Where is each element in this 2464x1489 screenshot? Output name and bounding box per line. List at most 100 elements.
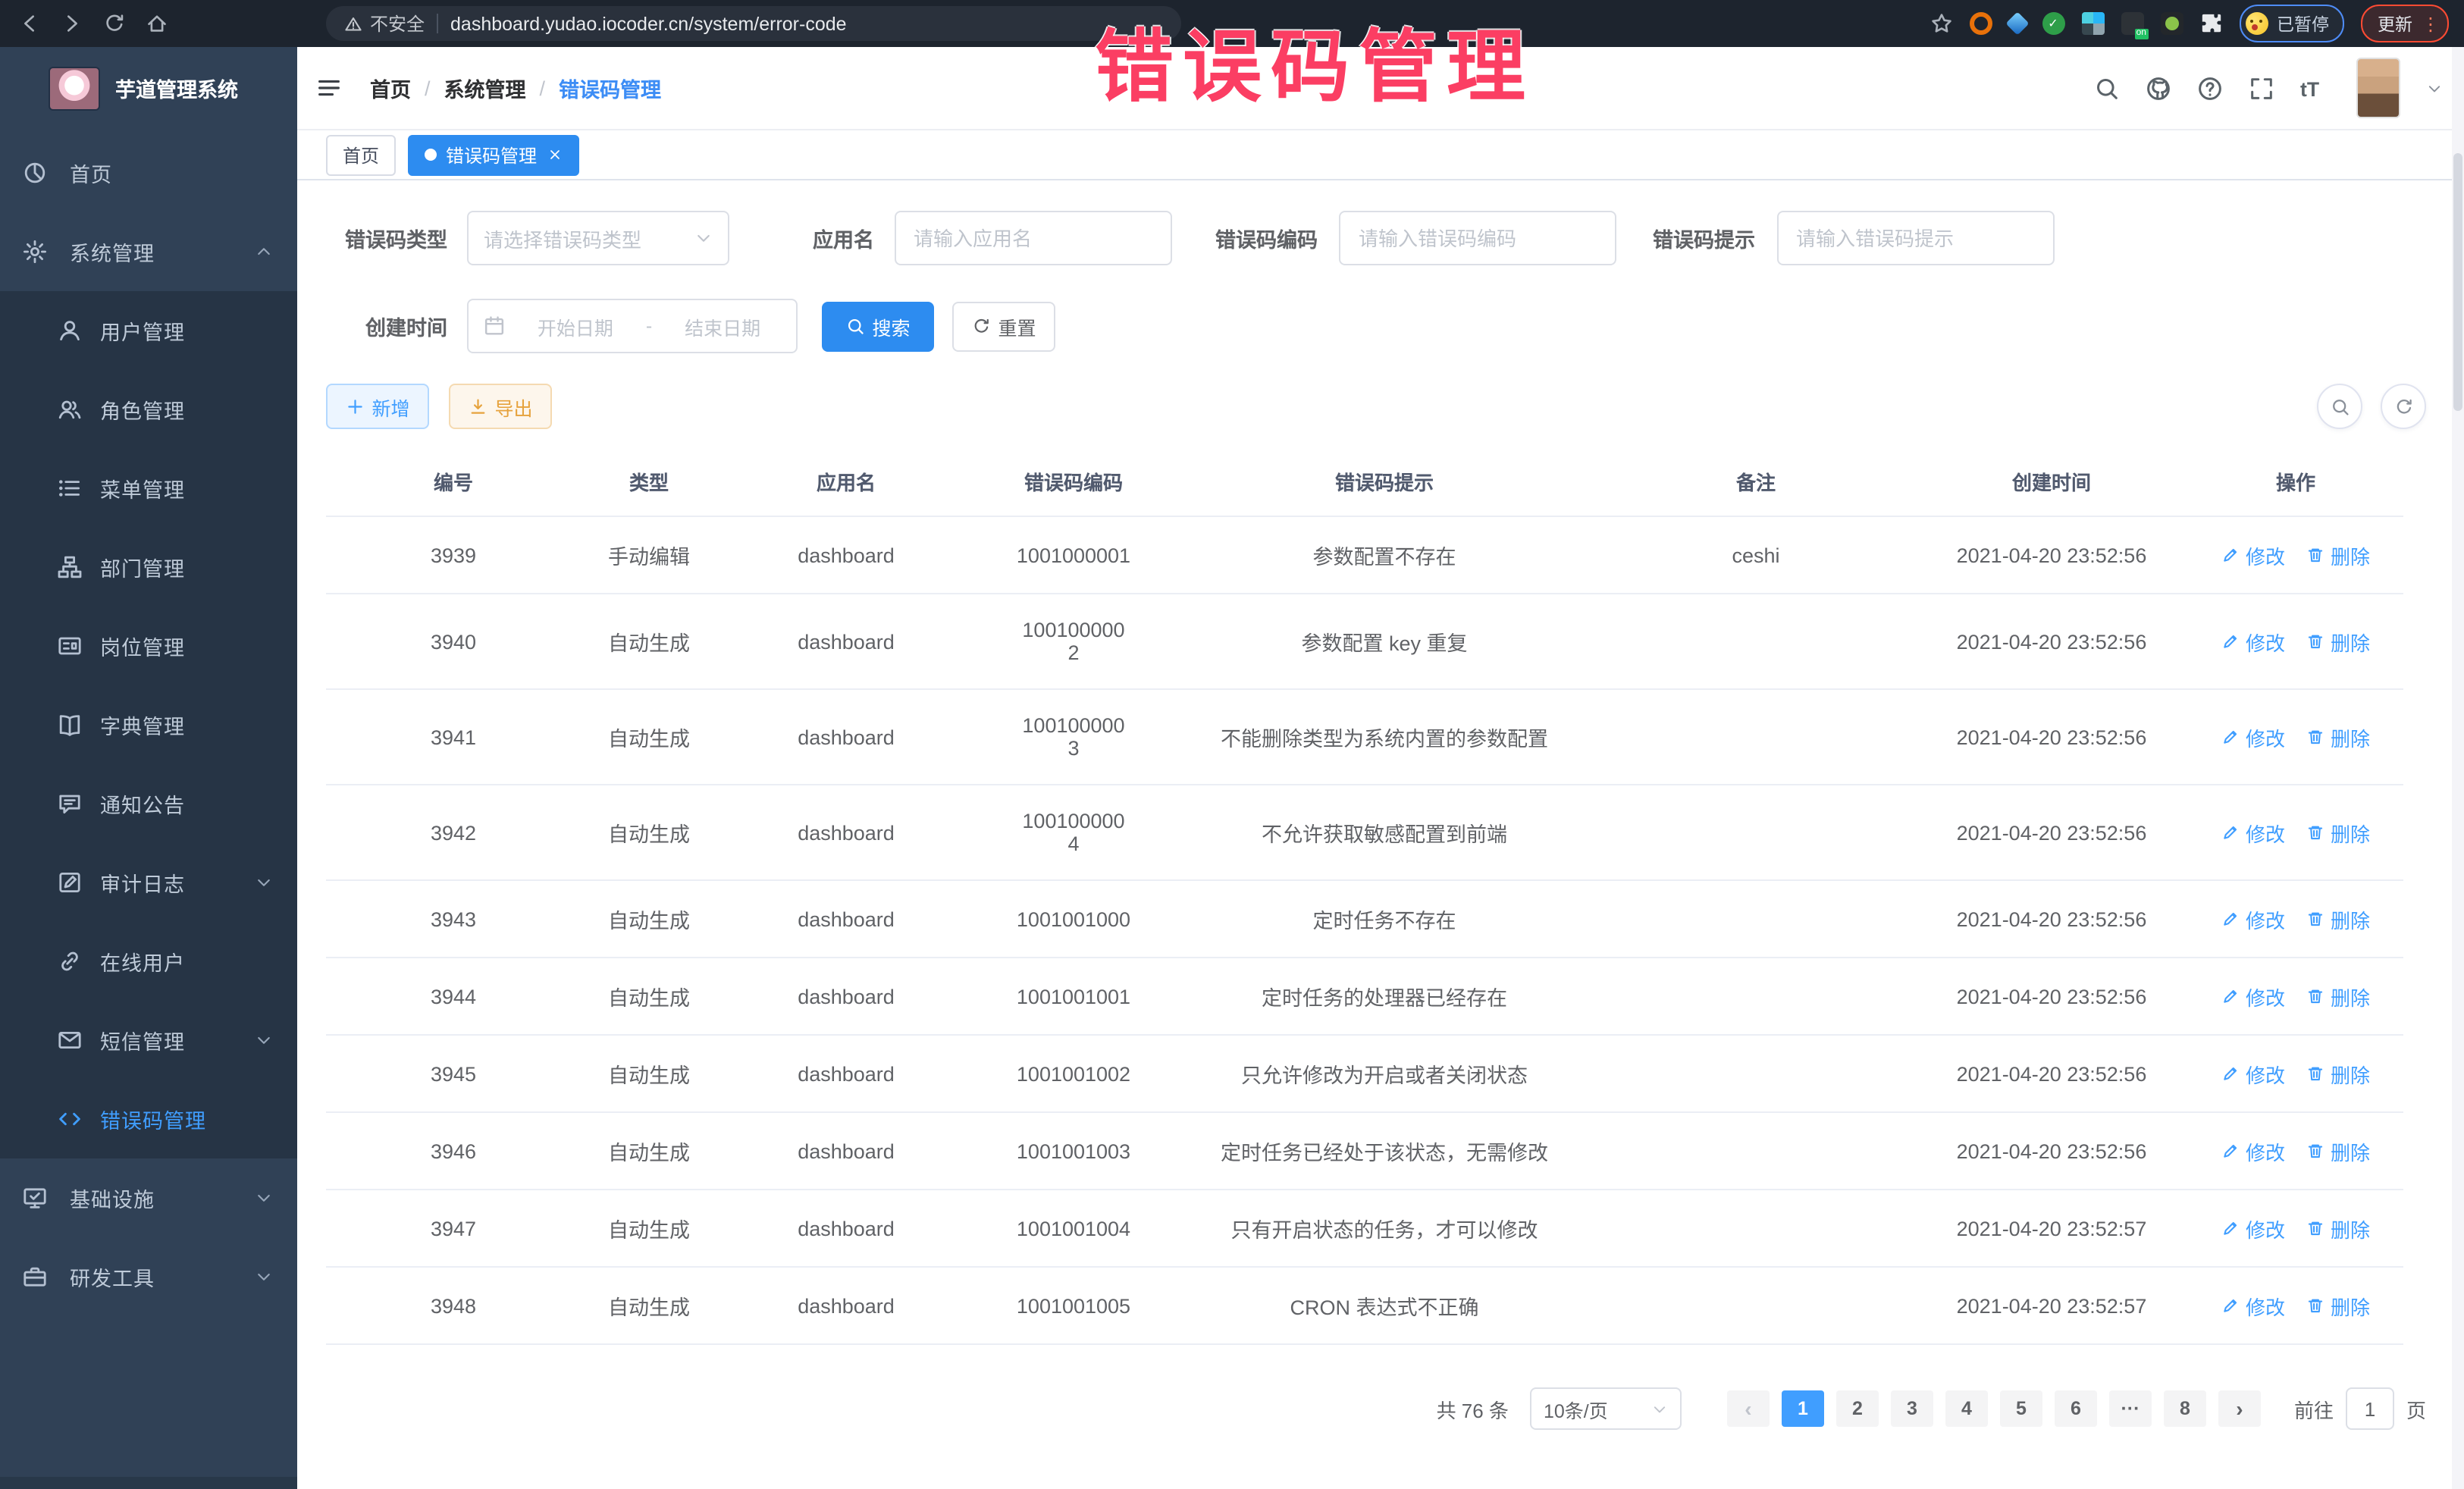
scrollbar-thumb[interactable] bbox=[2453, 153, 2462, 411]
edit-link[interactable]: 修改 bbox=[2221, 541, 2285, 569]
delete-link[interactable]: 删除 bbox=[2306, 904, 2370, 933]
extension-gem-icon[interactable] bbox=[2005, 11, 2028, 35]
url-text[interactable]: dashboard.yudao.iocoder.cn/system/error-… bbox=[450, 13, 847, 34]
delete-link[interactable]: 删除 bbox=[2306, 1214, 2370, 1243]
error-type-select[interactable]: 请选择错误码类型 bbox=[467, 211, 729, 265]
avatar-caret-icon[interactable] bbox=[2426, 80, 2443, 96]
extension-green-icon[interactable]: ✓ bbox=[2042, 12, 2064, 35]
sidebar-item-sms[interactable]: 短信管理 bbox=[0, 1001, 297, 1080]
tab-home[interactable]: 首页 bbox=[326, 134, 396, 175]
hamburger-icon[interactable] bbox=[315, 74, 343, 102]
sidebar-item-dev-tools[interactable]: 研发工具 bbox=[0, 1237, 297, 1316]
page-size-select[interactable]: 10条/页 bbox=[1530, 1387, 1682, 1430]
font-size-icon[interactable]: tT bbox=[2299, 75, 2331, 101]
page-number-button[interactable]: 1 bbox=[1782, 1390, 1824, 1427]
sidebar-item-post[interactable]: 岗位管理 bbox=[0, 607, 297, 685]
page-number-button[interactable]: 6 bbox=[2055, 1390, 2097, 1427]
sidebar-item-online-user[interactable]: 在线用户 bbox=[0, 922, 297, 1001]
edit-link[interactable]: 修改 bbox=[2221, 982, 2285, 1011]
edit-link[interactable]: 修改 bbox=[2221, 627, 2285, 656]
sidebar-item-system[interactable]: 系统管理 bbox=[0, 212, 297, 291]
app-name-input[interactable] bbox=[894, 211, 1171, 265]
sidebar-collapse-bar[interactable] bbox=[0, 1477, 297, 1489]
edit-link[interactable]: 修改 bbox=[2221, 723, 2285, 751]
extension-grid-icon[interactable] bbox=[2081, 12, 2104, 35]
refresh-table-button[interactable] bbox=[2381, 384, 2426, 429]
tab-error-code[interactable]: 错误码管理 bbox=[408, 134, 579, 175]
breadcrumb-item-home[interactable]: 首页 bbox=[370, 73, 411, 103]
scrollbar-track[interactable] bbox=[2452, 47, 2464, 1489]
sidebar-item-menu[interactable]: 菜单管理 bbox=[0, 449, 297, 528]
delete-link[interactable]: 删除 bbox=[2306, 982, 2370, 1011]
github-icon[interactable] bbox=[2145, 75, 2171, 101]
edit-link[interactable]: 修改 bbox=[2221, 1059, 2285, 1088]
column-header: 错误码编码 bbox=[975, 447, 1172, 516]
delete-link[interactable]: 删除 bbox=[2306, 1291, 2370, 1320]
site-warning[interactable]: 不安全 bbox=[344, 11, 425, 36]
fullscreen-icon[interactable] bbox=[2248, 75, 2274, 101]
extensions-puzzle-icon[interactable] bbox=[2199, 12, 2222, 35]
error-hint-input[interactable] bbox=[1776, 211, 2054, 265]
delete-link[interactable]: 删除 bbox=[2306, 1059, 2370, 1088]
page-number-button[interactable]: 4 bbox=[1945, 1390, 1988, 1427]
goto-page-input[interactable] bbox=[2346, 1387, 2394, 1430]
date-end-placeholder[interactable]: 结束日期 bbox=[664, 312, 781, 340]
bookmark-star-icon[interactable] bbox=[1930, 12, 1952, 35]
edit-link[interactable]: 修改 bbox=[2221, 1214, 2285, 1243]
help-icon[interactable] bbox=[2196, 75, 2222, 101]
delete-link[interactable]: 删除 bbox=[2306, 541, 2370, 569]
sidebar-item-user[interactable]: 用户管理 bbox=[0, 291, 297, 370]
sidebar-item-audit-log[interactable]: 审计日志 bbox=[0, 843, 297, 922]
back-icon[interactable] bbox=[18, 12, 41, 35]
sidebar-item-dept[interactable]: 部门管理 bbox=[0, 528, 297, 607]
user-avatar[interactable] bbox=[2356, 58, 2400, 118]
edit-link[interactable]: 修改 bbox=[2221, 904, 2285, 933]
profile-chip[interactable]: 已暂停 bbox=[2239, 5, 2344, 42]
sidebar-item-error-code[interactable]: 错误码管理 bbox=[0, 1080, 297, 1158]
reload-icon[interactable] bbox=[103, 12, 126, 35]
export-button[interactable]: 导出 bbox=[449, 384, 552, 429]
address-bar[interactable]: 不安全 dashboard.yudao.iocoder.cn/system/er… bbox=[326, 6, 1181, 41]
header-search-icon[interactable] bbox=[2093, 75, 2119, 101]
date-start-placeholder[interactable]: 开始日期 bbox=[517, 312, 634, 340]
update-chip[interactable]: 更新 ⋮ bbox=[2361, 5, 2449, 42]
sidebar-item-notice[interactable]: 通知公告 bbox=[0, 764, 297, 843]
sidebar-item-home[interactable]: 首页 bbox=[0, 133, 297, 212]
forward-icon[interactable] bbox=[61, 12, 83, 35]
edit-link[interactable]: 修改 bbox=[2221, 1291, 2285, 1320]
page-number-button[interactable]: 5 bbox=[2000, 1390, 2042, 1427]
delete-link[interactable]: 删除 bbox=[2306, 723, 2370, 751]
sidebar-item-label: 基础设施 bbox=[70, 1183, 155, 1213]
reset-button[interactable]: 重置 bbox=[952, 301, 1055, 351]
page-number-button[interactable]: 2 bbox=[1836, 1390, 1879, 1427]
trash-icon bbox=[2306, 910, 2324, 928]
tab-close-icon[interactable] bbox=[547, 147, 563, 162]
error-code-input[interactable] bbox=[1339, 211, 1616, 265]
toggle-search-button[interactable] bbox=[2317, 384, 2362, 429]
search-button[interactable]: 搜索 bbox=[822, 301, 934, 351]
prev-page-button[interactable]: ‹ bbox=[1727, 1390, 1770, 1427]
breadcrumb-item-current[interactable]: 错误码管理 bbox=[559, 73, 661, 103]
add-button[interactable]: 新增 bbox=[326, 384, 429, 429]
breadcrumb-item-system[interactable]: 系统管理 bbox=[444, 73, 526, 103]
edit-link[interactable]: 修改 bbox=[2221, 818, 2285, 847]
sidebar-item-role[interactable]: 角色管理 bbox=[0, 370, 297, 449]
home-icon[interactable] bbox=[146, 12, 168, 35]
browser-menu-icon[interactable]: ⋮ bbox=[2422, 13, 2440, 34]
extension-orange-icon[interactable] bbox=[1969, 12, 1992, 35]
book-icon bbox=[58, 713, 82, 737]
page-number-button[interactable]: 3 bbox=[1891, 1390, 1933, 1427]
sidebar-item-dict[interactable]: 字典管理 bbox=[0, 685, 297, 764]
edit-link[interactable]: 修改 bbox=[2221, 1136, 2285, 1165]
page-ellipsis-button[interactable]: ··· bbox=[2109, 1390, 2152, 1427]
date-range-picker[interactable]: 开始日期 - 结束日期 bbox=[467, 299, 798, 353]
delete-link[interactable]: 删除 bbox=[2306, 818, 2370, 847]
table-row: 3945自动生成dashboard1001001002只允许修改为开启或者关闭状… bbox=[326, 1035, 2403, 1112]
extension-monkey-icon[interactable] bbox=[2160, 12, 2183, 35]
extension-on-badge-icon[interactable]: on bbox=[2121, 12, 2143, 35]
delete-link[interactable]: 删除 bbox=[2306, 627, 2370, 656]
sidebar-item-infra[interactable]: 基础设施 bbox=[0, 1158, 297, 1237]
delete-link[interactable]: 删除 bbox=[2306, 1136, 2370, 1165]
page-number-button[interactable]: 8 bbox=[2164, 1390, 2206, 1427]
next-page-button[interactable]: › bbox=[2218, 1390, 2261, 1427]
